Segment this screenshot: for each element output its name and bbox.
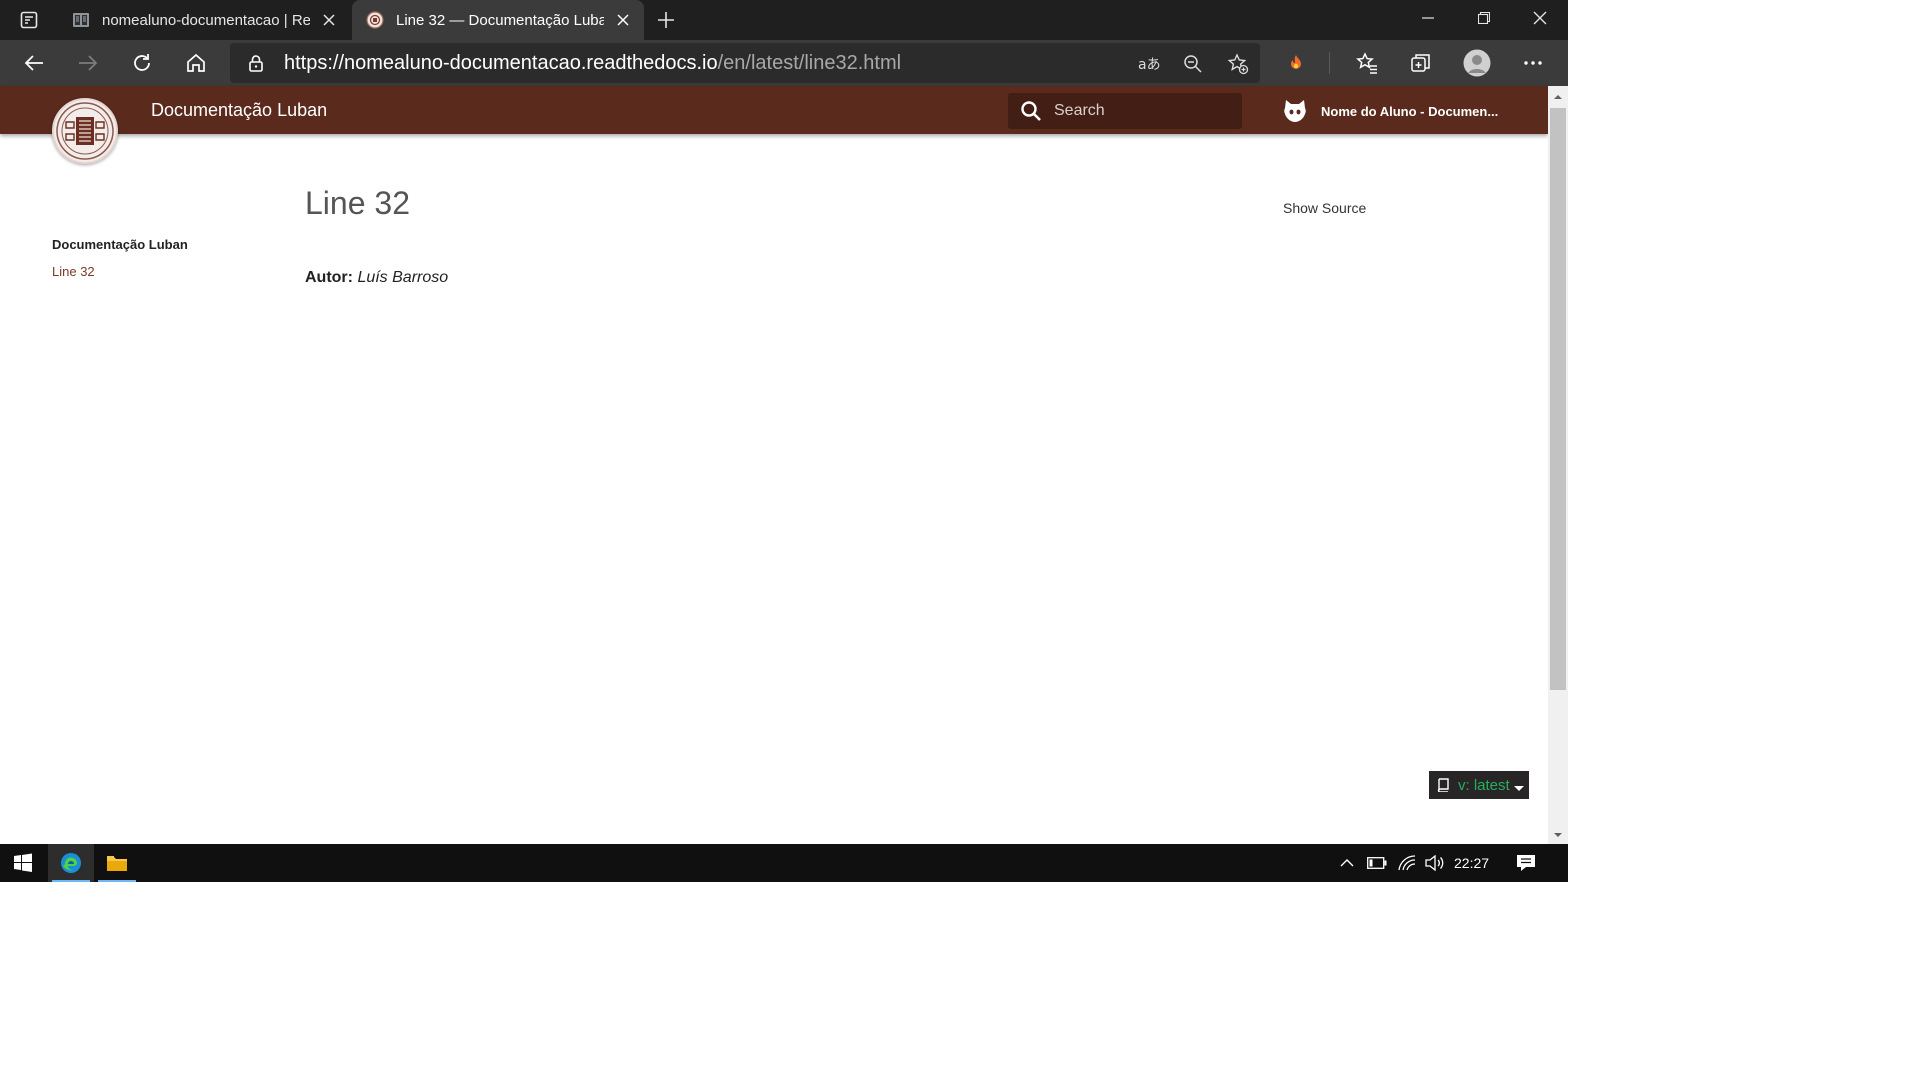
svg-text:aあ: aあ — [1138, 57, 1160, 73]
luban-logo-icon — [366, 11, 384, 29]
active-indicator — [52, 880, 90, 882]
version-label: v: latest — [1458, 776, 1510, 794]
scrollbar-thumb[interactable] — [1550, 108, 1566, 690]
forward-arrow-icon[interactable] — [73, 48, 103, 78]
back-arrow-icon[interactable] — [19, 48, 49, 78]
page-title: Line 32 — [305, 185, 410, 221]
windows-taskbar: 22:27 — [0, 844, 1568, 882]
repository-label: Nome do Aluno - Documen... — [1321, 103, 1499, 119]
refresh-icon[interactable] — [127, 48, 157, 78]
edge-taskbar-icon[interactable] — [48, 844, 94, 882]
profile-avatar-icon[interactable] — [1462, 48, 1492, 78]
new-tab-plus-icon[interactable] — [652, 6, 680, 34]
notifications-icon[interactable] — [1516, 853, 1536, 873]
search-placeholder: Search — [1054, 102, 1105, 119]
caret-down-icon — [1513, 780, 1524, 791]
search-input[interactable]: Search — [1008, 93, 1242, 129]
url-path: /en/latest/line32.html — [717, 52, 902, 74]
open-indicator — [98, 880, 136, 882]
extension-flame-icon[interactable] — [1281, 48, 1311, 78]
browser-window: { "browser": { "tabs": [ { "title": "nom… — [0, 0, 1568, 882]
add-favorite-icon[interactable] — [1225, 51, 1251, 77]
page-scrollbar[interactable] — [1548, 86, 1568, 844]
restore-icon[interactable] — [1456, 0, 1512, 36]
toolbar-divider — [1329, 52, 1330, 74]
favorites-icon[interactable] — [1352, 48, 1382, 78]
address-bar[interactable]: https://nomealuno-documentacao.readthedo… — [230, 43, 1260, 83]
taskbar-clock[interactable]: 22:27 — [1454, 855, 1489, 871]
tab-title: nomealuno-documentacao | Rea — [102, 11, 310, 29]
site-title[interactable]: Documentação Luban — [151, 100, 327, 121]
readthedocs-icon — [72, 11, 90, 29]
repository-link[interactable]: Nome do Aluno - Documen... — [1282, 98, 1498, 124]
url-text[interactable]: https://nomealuno-documentacao.readthedo… — [284, 52, 901, 75]
browser-tab-line32[interactable]: Line 32 — Documentação Luban — [352, 0, 644, 40]
minimize-icon[interactable] — [1400, 0, 1456, 36]
battery-icon[interactable] — [1367, 853, 1387, 873]
scroll-up-arrow-icon[interactable] — [1552, 90, 1564, 102]
file-explorer-icon[interactable] — [94, 844, 140, 882]
volume-icon[interactable] — [1425, 853, 1445, 873]
sidebar-title[interactable]: Documentação Luban — [52, 237, 188, 252]
browser-toolbar: https://nomealuno-documentacao.readthedo… — [0, 40, 1568, 86]
luban-logo[interactable] — [52, 98, 118, 164]
close-tab-icon[interactable] — [320, 11, 338, 29]
show-source-link[interactable]: Show Source — [1283, 200, 1366, 216]
sidebar-item-line-32[interactable]: Line 32 — [52, 264, 95, 279]
author-line: Autor: Luís Barroso — [305, 269, 448, 287]
close-window-icon[interactable] — [1512, 0, 1568, 36]
search-icon — [1020, 100, 1042, 122]
windows-start-icon[interactable] — [0, 844, 46, 882]
show-hidden-icons-icon[interactable] — [1337, 853, 1357, 873]
zoom-out-icon[interactable] — [1180, 51, 1206, 77]
home-icon[interactable] — [181, 48, 211, 78]
close-tab-icon[interactable] — [614, 11, 632, 29]
browser-tab-strip: nomealuno-documentacao | Rea Line 32 — D… — [0, 0, 1568, 40]
github-icon — [1282, 99, 1308, 123]
browser-tab-readthedocs[interactable]: nomealuno-documentacao | Rea — [58, 0, 350, 40]
book-icon — [1436, 778, 1450, 793]
more-options-icon[interactable] — [1518, 48, 1548, 78]
collections-icon[interactable] — [1406, 48, 1436, 78]
lock-icon[interactable] — [246, 53, 266, 73]
author-name: Luís Barroso — [357, 269, 449, 286]
author-label: Autor: — [305, 269, 353, 286]
url-host: https://nomealuno-documentacao.readthedo… — [284, 52, 718, 74]
network-icon[interactable] — [1397, 853, 1417, 873]
tab-title: Line 32 — Documentação Luban — [396, 11, 604, 29]
tab-actions-icon[interactable] — [8, 6, 50, 34]
scroll-down-arrow-icon[interactable] — [1552, 828, 1564, 840]
version-selector[interactable]: v: latest — [1429, 771, 1529, 799]
read-aloud-icon[interactable]: aあ — [1136, 51, 1162, 77]
